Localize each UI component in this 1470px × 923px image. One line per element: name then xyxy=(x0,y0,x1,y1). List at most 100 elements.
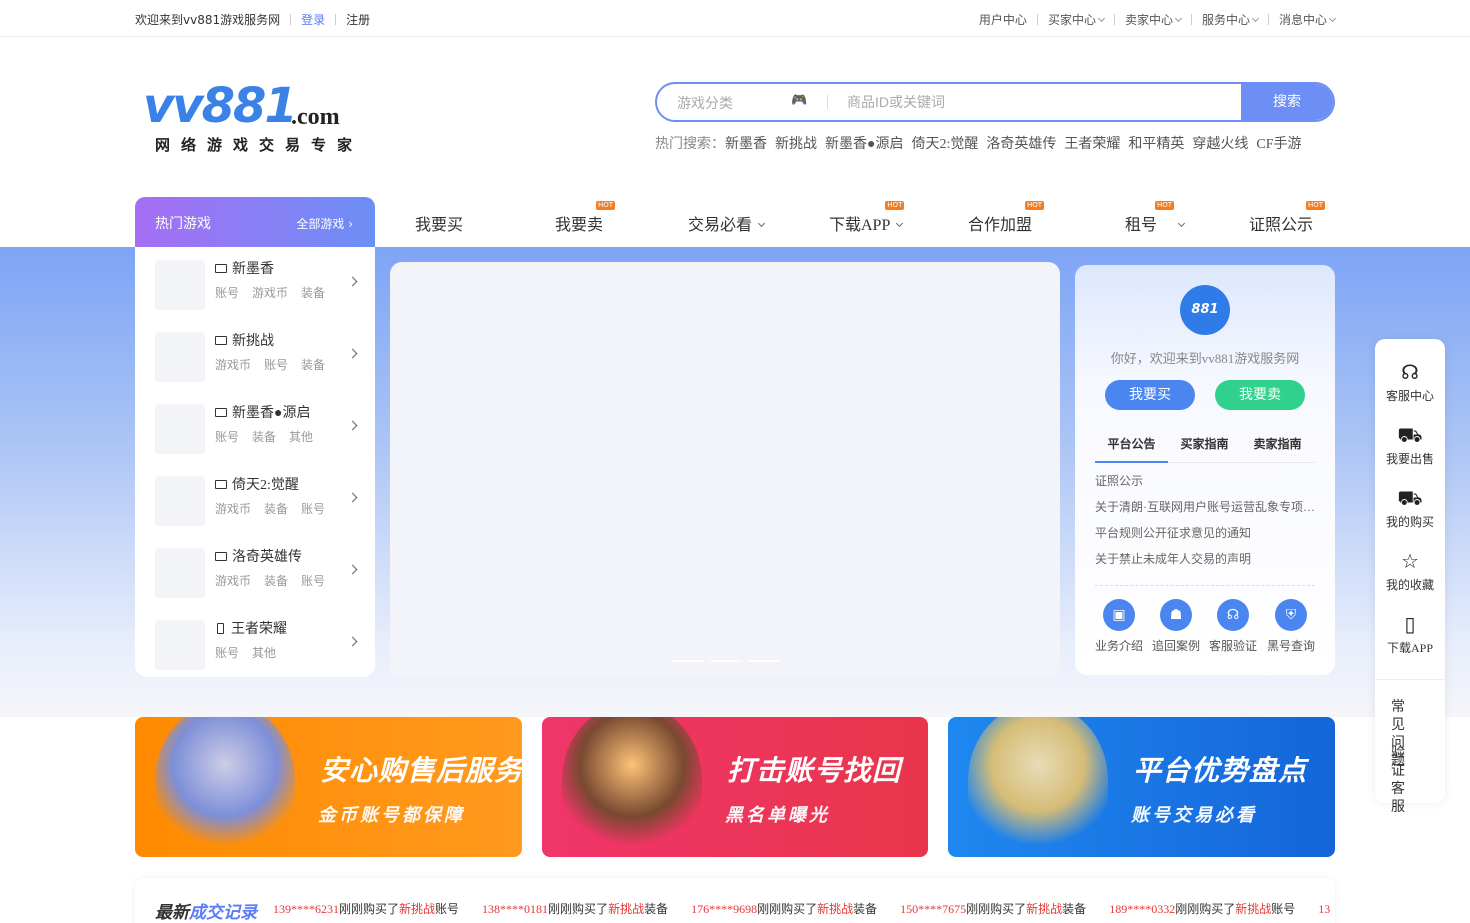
float-favorites[interactable]: ☆ 我的收藏 xyxy=(1375,548,1445,593)
list-item[interactable]: 新墨香●源启 账号 装备 其他 xyxy=(155,400,360,456)
service-blacklist-check[interactable]: ⛨ 黑号查询 xyxy=(1261,599,1321,654)
hot-keyword[interactable]: 新墨香●源启 xyxy=(825,137,903,152)
search-input[interactable] xyxy=(847,90,1227,114)
float-sell[interactable]: ⛟ 我要出售 xyxy=(1375,422,1445,467)
game-tags: 账号 游戏币 装备 xyxy=(215,286,326,300)
site-logo[interactable]: vv881 .com 网络游戏交易专家 xyxy=(143,82,353,154)
hot-keyword[interactable]: 新墨香 xyxy=(725,137,767,152)
notice-item[interactable]: 关于清朗·互联网用户账号运营乱象专项行动 xyxy=(1095,499,1317,525)
hot-keyword[interactable]: 和平精英 xyxy=(1128,137,1184,152)
float-download-app[interactable]: ▯ 下载APP xyxy=(1375,611,1445,656)
desktop-icon xyxy=(215,552,227,561)
banner-title: 打击账号找回 xyxy=(727,754,902,787)
deal-game: 新挑战 xyxy=(608,902,645,916)
nav-item-partner[interactable]: 合作加盟 HOT xyxy=(968,201,1045,235)
sell-button[interactable]: 我要卖 xyxy=(1215,380,1305,410)
banner-carousel[interactable] xyxy=(390,262,1060,677)
notice-item[interactable]: 证照公示 xyxy=(1095,473,1317,499)
game-tags: 账号 装备 其他 xyxy=(215,430,314,444)
notice-item[interactable]: 关于禁止未成年人交易的声明 xyxy=(1095,551,1317,577)
message-center-link[interactable]: 消息中心 xyxy=(1279,11,1337,28)
promo-banner-aftersale[interactable]: 安心购售后服务 金币账号都保障 xyxy=(135,717,522,857)
float-purchases[interactable]: ⛟ 我的购买 xyxy=(1375,485,1445,530)
carousel-dot[interactable] xyxy=(748,660,780,662)
list-item[interactable]: 倚天2:觉醒 游戏币 装备 账号 xyxy=(155,472,360,528)
deal-action: 刚刚购买了 xyxy=(1175,902,1236,916)
service-business-intro[interactable]: ▣ 业务介绍 xyxy=(1089,599,1149,654)
hot-keyword[interactable]: 王者荣耀 xyxy=(1064,137,1120,152)
game-thumbnail xyxy=(155,260,205,310)
nav-label: 我要卖 xyxy=(555,217,604,234)
hot-keyword[interactable]: 洛奇英雄传 xyxy=(986,137,1056,152)
cart-icon: ⛟ xyxy=(1397,423,1423,447)
float-label: 我的收藏 xyxy=(1385,578,1434,592)
buyer-center-link[interactable]: 买家中心 xyxy=(1048,11,1105,28)
cart-icon: ⛟ xyxy=(1397,486,1423,510)
chevron-right-icon xyxy=(347,636,358,647)
chevron-right-icon xyxy=(347,564,358,575)
tab-announcements[interactable]: 平台公告 xyxy=(1095,435,1168,463)
search-button[interactable]: 搜索 xyxy=(1241,84,1333,120)
list-item[interactable]: 洛奇英雄传 游戏币 装备 账号 xyxy=(155,544,360,600)
service-center-link[interactable]: 服务中心 xyxy=(1202,11,1260,28)
carousel-dot[interactable] xyxy=(710,660,742,662)
nav-item-guide[interactable]: 交易必看 xyxy=(688,211,766,235)
deal-item: 账号 xyxy=(435,902,460,916)
all-games-link[interactable]: 全部游戏 › xyxy=(296,215,353,232)
chevron-right-icon xyxy=(347,492,358,503)
game-category-select[interactable]: 游戏分类 xyxy=(677,93,733,113)
service-recovery-cases[interactable]: ☗ 追回案例 xyxy=(1146,599,1206,654)
seller-center-link[interactable]: 卖家中心 xyxy=(1125,11,1183,28)
register-link[interactable]: 注册 xyxy=(346,11,370,28)
hot-keyword[interactable]: CF手游 xyxy=(1256,137,1301,152)
nav-item-license[interactable]: 证照公示 HOT xyxy=(1249,201,1326,235)
tab-seller-guide[interactable]: 卖家指南 xyxy=(1241,435,1314,463)
list-item[interactable]: 王者荣耀 账号 其他 xyxy=(155,616,360,672)
deal-record: 138****0181刚刚购买了新挑战装备 xyxy=(482,900,668,917)
carousel-dot[interactable] xyxy=(672,660,704,662)
float-support[interactable]: ☊ 客服中心 xyxy=(1375,359,1445,404)
list-item[interactable]: 新墨香 账号 游戏币 装备 xyxy=(155,256,360,312)
promo-banner-advantages[interactable]: 平台优势盘点 账号交易必看 xyxy=(948,717,1335,857)
banner-subtitle: 账号交易必看 xyxy=(1131,805,1257,826)
buy-button[interactable]: 我要买 xyxy=(1105,380,1195,410)
service-label: 黑号查询 xyxy=(1266,639,1315,653)
nav-item-buy[interactable]: 我要买 xyxy=(415,211,463,235)
deals-title: 最新成交记录 xyxy=(155,898,257,923)
tab-buyer-guide[interactable]: 买家指南 xyxy=(1168,435,1241,463)
mobile-icon xyxy=(217,623,224,634)
banner-subtitle: 金币账号都保障 xyxy=(318,805,465,826)
promo-banner-anti-recovery[interactable]: 打击账号找回 黑名单曝光 xyxy=(542,717,928,857)
nav-label: 租号 xyxy=(1125,217,1158,234)
user-center-link[interactable]: 用户中心 xyxy=(979,11,1027,28)
verify-support-link[interactable]: 验证客服 xyxy=(1391,745,1431,817)
notice-item[interactable]: 平台规则公开征求意见的通知 xyxy=(1095,525,1317,551)
deal-action: 刚刚购买了 xyxy=(548,902,609,916)
deal-game: 新挑战 xyxy=(817,902,854,916)
hot-badge: HOT xyxy=(885,201,905,210)
character-illustration xyxy=(155,717,295,857)
chevron-down-icon xyxy=(1177,219,1186,228)
nav-item-sell[interactable]: 我要卖 HOT xyxy=(555,201,616,235)
desktop-icon xyxy=(215,336,227,345)
briefcase-icon: ▣ xyxy=(1103,599,1135,631)
login-link[interactable]: 登录 xyxy=(301,11,325,28)
list-item[interactable]: 新挑战 游戏币 账号 装备 xyxy=(155,328,360,384)
headset-icon: ☊ xyxy=(1217,599,1249,631)
game-thumbnail xyxy=(155,476,205,526)
deal-item: 装备 xyxy=(644,902,669,916)
logo-mark: vv881 xyxy=(143,78,298,134)
hot-keyword[interactable]: 倚天2:觉醒 xyxy=(911,137,978,152)
desktop-icon xyxy=(215,408,227,417)
nav-item-download[interactable]: 下载APP HOT xyxy=(829,201,905,235)
hot-badge: HOT xyxy=(595,201,616,210)
service-verify-support[interactable]: ☊ 客服验证 xyxy=(1203,599,1263,654)
nav-label: 证照公示 xyxy=(1249,217,1314,234)
hot-keyword[interactable]: 新挑战 xyxy=(775,137,817,152)
hot-search-label: 热门搜索： xyxy=(655,137,725,152)
nav-item-rent[interactable]: 租号 HOT xyxy=(1125,201,1186,235)
hot-keyword[interactable]: 穿越火线 xyxy=(1192,137,1248,152)
deal-record: 139****6231刚刚购买了新挑战账号 xyxy=(273,900,459,917)
divider xyxy=(827,95,828,109)
latest-deals: 最新成交记录 139****6231刚刚购买了新挑战账号 138****0181… xyxy=(135,878,1335,923)
